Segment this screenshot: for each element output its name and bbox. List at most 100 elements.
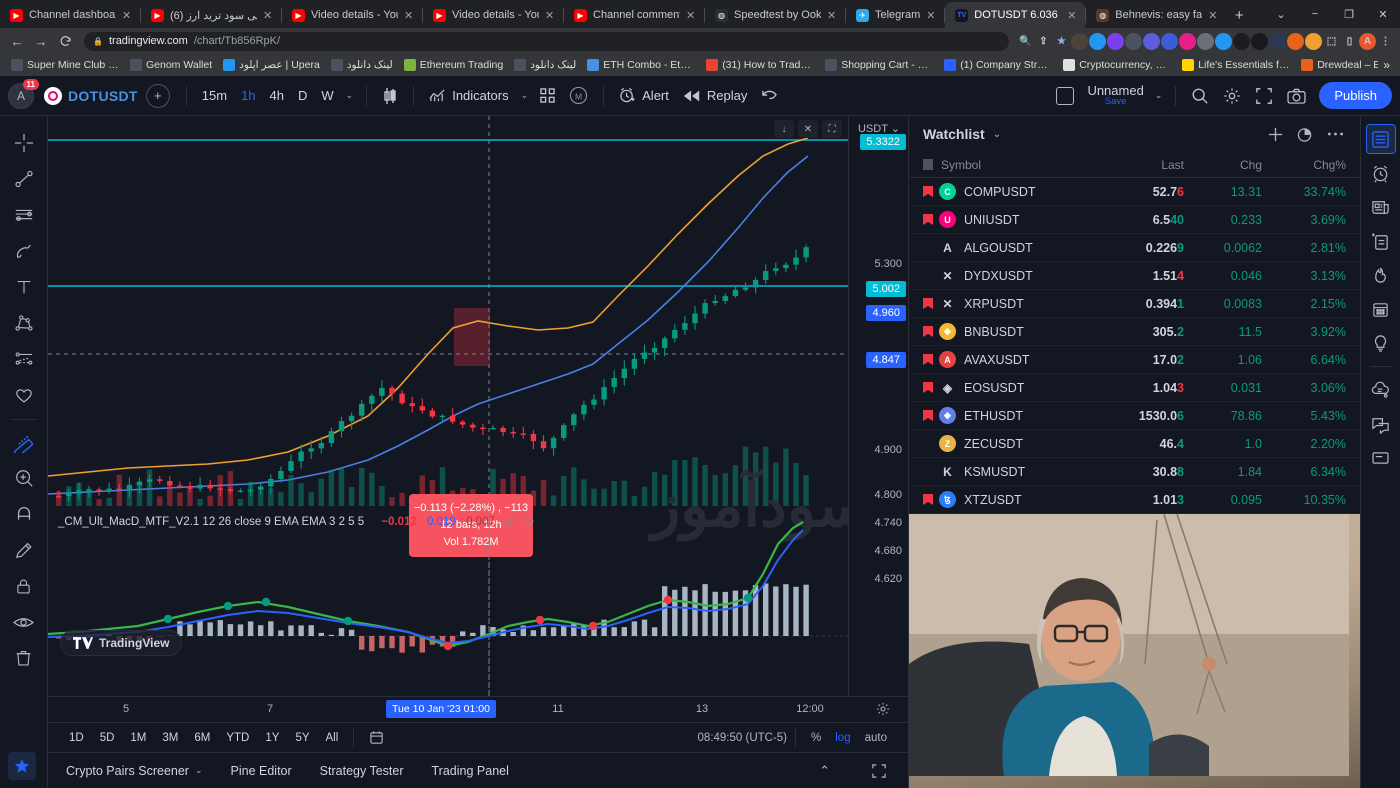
chart-canvas[interactable]: سودآموز ↓ ✕ ⛶ −0.113 (−2.28%) , −113 12 … (48, 116, 908, 696)
range-1Y[interactable]: 1Y (258, 729, 286, 747)
watchlist-row[interactable]: ꜩ XTZUSDT 1.013 0.095 10.35% (909, 486, 1360, 514)
range-5Y[interactable]: 5Y (288, 729, 316, 747)
goto-date-icon[interactable] (362, 727, 391, 748)
search-icon[interactable]: 🔍 (1017, 33, 1034, 50)
magnet-tool[interactable] (7, 497, 41, 531)
fire-ext-icon[interactable] (1071, 32, 1088, 50)
browser-tab[interactable]: ◍ Behnevis: easy farsi tra ✕ (1086, 2, 1226, 28)
alert-flag-icon[interactable] (923, 186, 933, 197)
close-icon[interactable]: ✕ (122, 9, 132, 22)
bookmark-item[interactable]: Cryptocurrency, Bit... (1058, 57, 1176, 73)
browser-tab[interactable]: ▶ بررسی سود ترید ارز (6) ✕ (141, 2, 281, 28)
chart-style-button[interactable] (375, 83, 405, 109)
lock-tool[interactable] (7, 569, 41, 603)
close-icon[interactable]: ✕ (263, 9, 273, 22)
window-minimize-more[interactable]: ⌄ (1264, 0, 1298, 28)
window-maximize[interactable]: ❐ (1332, 0, 1366, 28)
price-axis[interactable]: USDT ⌄ 5.300 5.200 5.100 4.900 4.800 4.7… (848, 116, 908, 696)
fullscreen-button[interactable] (1248, 83, 1280, 109)
alert-flag-icon[interactable] (923, 242, 933, 253)
settings-button[interactable] (1216, 83, 1248, 109)
metamask-ext-icon[interactable] (1143, 32, 1160, 50)
tradingview-logo[interactable]: TradingView (60, 630, 183, 656)
crosshair-tool[interactable] (7, 126, 41, 160)
fullscreen-chart-icon[interactable]: ⛶ (822, 120, 842, 138)
coin-ext-icon[interactable] (1305, 32, 1322, 50)
watchlist-row[interactable]: ◆ BNBUSDT 305.2 11.5 3.92% (909, 318, 1360, 346)
timeframe-15m[interactable]: 15m (195, 84, 234, 107)
undo-button[interactable] (754, 84, 785, 107)
column-chg[interactable]: Chg (1184, 158, 1262, 172)
watchlist-panel-icon[interactable] (1365, 124, 1396, 154)
pine-editor-tab[interactable]: Pine Editor (231, 764, 292, 778)
brush-tool[interactable] (7, 234, 41, 268)
trading-panel-tab[interactable]: Trading Panel (432, 764, 509, 778)
shield-ext-icon[interactable] (1269, 32, 1286, 50)
scroll-to-realtime-icon[interactable]: ↓ (774, 120, 794, 138)
alert-flag-icon[interactable] (923, 326, 933, 337)
bookmark-item[interactable]: ETH Combo - Ether... (582, 57, 700, 73)
range-1M[interactable]: 1M (123, 729, 153, 747)
range-1D[interactable]: 1D (62, 729, 91, 747)
timeframe-4h[interactable]: 4h (263, 84, 291, 107)
watchlist-row[interactable]: C COMPUSDT 52.76 13.31 33.74% (909, 178, 1360, 206)
screener-tab[interactable]: Crypto Pairs Screener ⌄ (66, 764, 203, 778)
chat-cloud-icon[interactable] (1366, 375, 1396, 405)
zoom-in-tool[interactable] (7, 461, 41, 495)
watchlist-row[interactable]: K KSMUSDT 30.88 1.84 6.34% (909, 458, 1360, 486)
publish-button[interactable]: Publish (1319, 82, 1392, 109)
more-dots-icon[interactable] (1324, 123, 1346, 145)
blue-ext-icon[interactable] (1089, 32, 1106, 50)
alert-flag-icon[interactable] (923, 466, 933, 477)
templates-button[interactable] (533, 84, 562, 107)
lambda-ext-icon[interactable] (1251, 32, 1268, 50)
pie-chart-icon[interactable] (1294, 123, 1316, 145)
bookmark-item[interactable]: Drewdeal – Ecom El... (1296, 57, 1378, 73)
share-icon[interactable]: ⇪ (1035, 33, 1052, 50)
hotlist-fire-icon[interactable] (1366, 260, 1396, 290)
bookmark-item[interactable]: (31) How to Trade F... (701, 57, 819, 73)
timeframe-W[interactable]: W (314, 84, 340, 107)
bookmark-star-icon[interactable]: ★ (1053, 33, 1070, 50)
bookmark-item[interactable]: Genom Wallet (125, 57, 217, 73)
browser-tab[interactable]: TV DOTUSDT 6.036 ▲ +1 ✕ (945, 2, 1086, 28)
trash-tool[interactable] (7, 641, 41, 675)
watchlist-row[interactable]: U UNIUSDT 6.540 0.233 3.69% (909, 206, 1360, 234)
bookmark-item[interactable]: Super Mine Club | S... (6, 57, 124, 73)
user-avatar[interactable]: A 11 (8, 78, 39, 109)
layout-chevron-icon[interactable]: ⌄ (1150, 90, 1168, 101)
timeframe-more-button[interactable]: ⌄ (341, 90, 359, 101)
indicators-chevron-icon[interactable]: ⌄ (516, 90, 534, 101)
replay-button[interactable]: Replay (676, 84, 754, 107)
tiger-ext-icon[interactable] (1287, 32, 1304, 50)
menu-kebab-icon[interactable]: ⋮ (1377, 33, 1394, 50)
alert-flag-icon[interactable] (923, 438, 933, 449)
pencil-draw-tool[interactable] (7, 533, 41, 567)
patterns-tool[interactable] (7, 306, 41, 340)
auto-scale-button[interactable]: auto (858, 729, 894, 747)
bookmark-item[interactable]: لینک دانلود (326, 57, 398, 73)
bookmark-item[interactable]: Shopping Cart - VP... (820, 57, 938, 73)
chevron-up-icon[interactable]: ⌃ (809, 763, 840, 779)
snapshot-button[interactable] (1280, 84, 1313, 108)
watchlist-row[interactable]: A AVAXUSDT 17.02 1.06 6.64% (909, 346, 1360, 374)
range-5D[interactable]: 5D (93, 729, 122, 747)
window-close[interactable]: ✕ (1366, 0, 1400, 28)
column-symbol[interactable]: Symbol (941, 158, 981, 172)
hide-eye-tool[interactable] (7, 605, 41, 639)
dark-ext-icon[interactable] (1233, 32, 1250, 50)
forward-button[interactable]: → (30, 30, 52, 52)
trend-line-tool[interactable] (7, 162, 41, 196)
alert-flag-icon[interactable] (923, 494, 933, 505)
close-icon[interactable]: ✕ (926, 9, 936, 22)
sidepanel-icon[interactable]: ▯ (1341, 33, 1358, 50)
browser-tab[interactable]: ✈ Telegram ✕ (846, 2, 944, 28)
news-panel-icon[interactable] (1366, 192, 1396, 222)
close-icon[interactable]: ✕ (1067, 9, 1077, 22)
symbol-name[interactable]: DOTUSDT (68, 88, 138, 104)
address-bar[interactable]: 🔒 tradingview.com/chart/Tb856RpK/ (84, 31, 1009, 51)
browser-tab[interactable]: ▶ Channel comments & ✕ (564, 2, 704, 28)
bookmark-item[interactable]: (1) Company Struct... (939, 57, 1057, 73)
watchlist-row[interactable]: A ALGOUSDT 0.2269 0.0062 2.81% (909, 234, 1360, 262)
strategy-tester-tab[interactable]: Strategy Tester (320, 764, 404, 778)
